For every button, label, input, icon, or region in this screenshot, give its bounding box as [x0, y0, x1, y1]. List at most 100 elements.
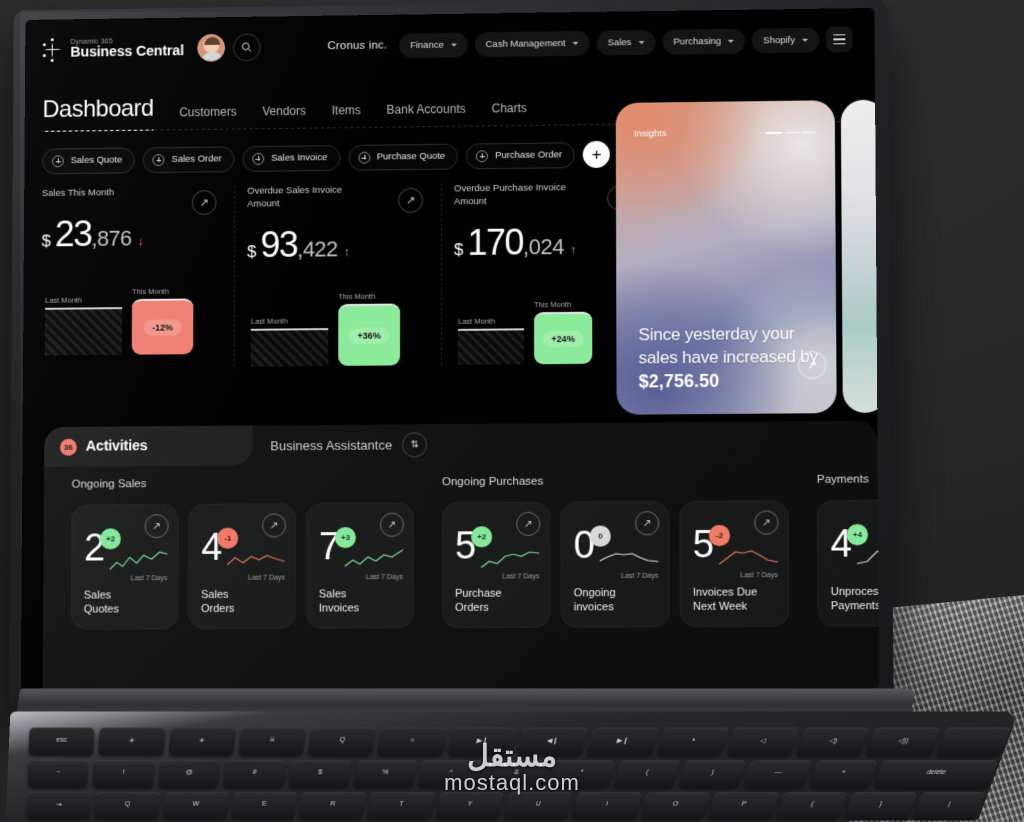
bar-label: Last Month — [457, 316, 496, 326]
tab-items[interactable]: Items — [332, 103, 361, 128]
kpi-value: $ 23 ,876 ↓ — [42, 213, 223, 254]
menu-shopify[interactable]: Shopify — [752, 27, 820, 53]
bar-label: This Month — [338, 291, 376, 301]
chip-purchase-order[interactable]: Purchase Order — [466, 141, 576, 169]
metric-card-ongoing-invoices[interactable]: ↗ 0 0 Last 7 Days Ongoing invoices — [560, 500, 670, 628]
bar-this-month: This Month +36% — [338, 291, 401, 366]
insights-card[interactable]: Insights Since yesterday your sales have… — [615, 100, 837, 415]
bar-shape: +24% — [534, 311, 593, 364]
carousel-indicator[interactable] — [765, 130, 817, 134]
hamburger-icon[interactable] — [826, 26, 853, 53]
tab-customers[interactable]: Customers — [179, 105, 236, 130]
insights-amount: $2,756.50 — [638, 370, 720, 392]
key[interactable]: W — [162, 792, 229, 819]
key[interactable]: Y — [435, 792, 505, 819]
key[interactable]: ⇥ — [26, 792, 92, 819]
sparkline-chart — [343, 548, 405, 574]
add-chip-button[interactable]: + — [583, 140, 611, 169]
menu-sales[interactable]: Sales — [596, 29, 656, 56]
metric-card-purchase-orders[interactable]: ↗ 5 +2 Last 7 Days Purchase Orders — [441, 501, 551, 629]
metric-card-unprocessed-payments[interactable]: ↗ 4 +4 Last 7 Days Unproces — [816, 499, 880, 627]
arrow-up-right-icon[interactable]: ↗ — [516, 511, 541, 537]
bar-this-month: This Month -12% — [131, 286, 194, 355]
activities-title: Activities — [85, 438, 148, 455]
arrow-up-right-icon[interactable]: ↗ — [754, 510, 779, 535]
delta-badge: +3 — [335, 526, 357, 549]
sparkline-chart — [855, 545, 879, 572]
chip-sales-invoice[interactable]: Sales Invoice — [242, 144, 341, 172]
arrow-up-right-icon[interactable]: ↗ — [144, 514, 169, 539]
key[interactable]: O — [639, 792, 711, 819]
insights-card-next[interactable] — [840, 99, 880, 414]
bar-shape — [457, 327, 525, 365]
bar-label: This Month — [132, 286, 169, 296]
delta-badge: -2 — [708, 524, 731, 547]
plus-circle-icon — [357, 151, 370, 164]
chevron-down-icon — [450, 43, 457, 47]
chip-sales-order[interactable]: Sales Order — [142, 145, 235, 173]
insights-header: Insights — [616, 100, 835, 140]
key[interactable]: I — [571, 792, 642, 819]
plus-circle-icon — [152, 153, 165, 166]
arrow-up-right-icon[interactable]: ↗ — [379, 512, 404, 537]
metric-card-sales-quotes[interactable]: ↗ 2 +2 Last 7 Days Sales Quotes — [70, 503, 179, 630]
trend-arrow-icon: ↑ — [343, 244, 350, 259]
card-list: ↗ 4 +4 Last 7 Days Unproces — [816, 499, 880, 627]
business-assistance[interactable]: Business Assistantce ⇅ — [270, 432, 428, 458]
search-button[interactable] — [233, 33, 261, 62]
group-title: Ongoing Purchases — [441, 475, 544, 489]
menu-finance[interactable]: Finance — [399, 32, 468, 58]
key[interactable]: U — [503, 792, 573, 819]
key[interactable]: R — [298, 792, 367, 819]
bar-last-month: Last Month — [250, 316, 329, 367]
key[interactable]: T — [367, 792, 436, 819]
key[interactable]: { — [775, 792, 849, 819]
top-bar: Dynamic 365 Business Central Cronus inc. — [25, 8, 875, 81]
bar-shape: -12% — [131, 298, 194, 355]
assistance-label: Business Assistantce — [270, 437, 393, 454]
avatar[interactable] — [197, 33, 226, 62]
chevron-down-icon — [728, 39, 735, 43]
metric-label: Sales Orders — [201, 588, 235, 616]
chip-label: Sales Invoice — [271, 152, 328, 164]
tab-vendors[interactable]: Vendors — [262, 104, 306, 129]
group-title: Payments — [816, 473, 869, 486]
tab-dashboard[interactable]: Dashboard — [42, 94, 154, 132]
chevron-down-icon — [802, 38, 809, 42]
kpi-integer: 93 — [260, 223, 298, 265]
metric-card-sales-invoices[interactable]: ↗ 7 +3 Last 7 Days Sales Invoices — [305, 502, 414, 629]
key[interactable]: } — [844, 792, 918, 819]
change-pill: +36% — [349, 327, 389, 344]
sort-icon[interactable]: ⇅ — [402, 432, 428, 458]
metric-label: Sales Quotes — [83, 589, 119, 617]
menu-cash-management[interactable]: Cash Management — [474, 30, 590, 57]
metric-card-sales-orders[interactable]: ↗ 4 -1 Last 7 Days Sales Orders — [188, 503, 297, 630]
kpi-value: $ 93 ,422 ↑ — [247, 223, 429, 265]
tab-activities[interactable]: 36 Activities — [44, 425, 253, 467]
plus-circle-icon — [252, 152, 265, 165]
delta-badge: +2 — [471, 526, 493, 548]
tab-bank-accounts[interactable]: Bank Accounts — [387, 102, 466, 128]
chip-sales-quote[interactable]: Sales Quote — [42, 147, 136, 174]
arrow-up-right-icon[interactable]: ↗ — [635, 511, 660, 536]
arrow-up-right-icon[interactable]: ↗ — [191, 190, 217, 216]
menu-label: Sales — [607, 36, 632, 48]
sparkline-chart — [598, 546, 661, 573]
key[interactable]: Q — [94, 792, 161, 819]
arrow-up-right-icon[interactable]: ↗ — [797, 350, 827, 380]
tab-charts[interactable]: Charts — [492, 101, 527, 126]
arrow-up-right-icon[interactable]: ↗ — [262, 513, 287, 538]
metric-label: Unprocessed Payments — [830, 585, 880, 613]
metric-card-invoices-due-next-week[interactable]: ↗ 5 -2 Last 7 Days Invoices Due Next Wee… — [679, 500, 790, 628]
menu-purchasing[interactable]: Purchasing — [662, 28, 746, 55]
key[interactable]: E — [230, 792, 298, 819]
bar-shape — [44, 306, 123, 356]
change-pill: +24% — [543, 330, 583, 347]
arrow-up-right-icon[interactable]: ↗ — [398, 187, 424, 213]
key[interactable]: | — [912, 792, 986, 819]
sparkline-chart — [717, 546, 780, 573]
currency-symbol: $ — [247, 241, 257, 261]
chip-purchase-quote[interactable]: Purchase Quote — [347, 143, 459, 171]
key[interactable]: P — [707, 792, 780, 819]
kpi-bar-chart: Last Month This Month -12% — [41, 282, 222, 356]
